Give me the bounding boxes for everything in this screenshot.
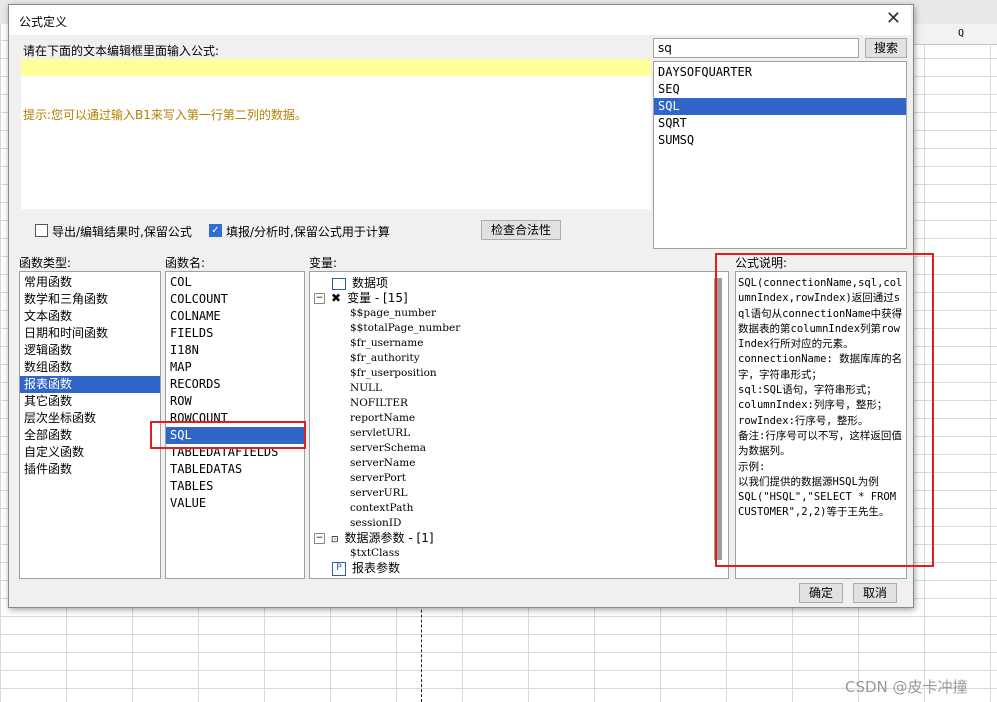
function-name-label: 函数名: — [165, 256, 206, 270]
function-type-item[interactable]: 逻辑函数 — [20, 342, 160, 359]
tree-variable[interactable]: reportName — [350, 411, 415, 426]
function-name-item[interactable]: COLNAME — [166, 308, 304, 325]
function-name-item[interactable]: ROW — [166, 393, 304, 410]
tree-node-data-items[interactable]: 数据项 — [332, 276, 388, 291]
formula-editor[interactable]: 提示:您可以通过输入B1来写入第一行第二列的数据。 — [21, 59, 651, 209]
keep-formula-fill-label: 填报/分析时,保留公式用于计算 — [226, 225, 390, 239]
function-name-item[interactable]: TABLEDATAS — [166, 461, 304, 478]
tree-variable[interactable]: $txtClass — [350, 546, 399, 561]
search-result-item[interactable]: SUMSQ — [654, 132, 906, 149]
tree-node-variables[interactable]: − ✖ 变量 - [15] — [314, 291, 408, 306]
function-type-label: 函数类型: — [19, 256, 72, 270]
tree-label: 数据项 — [352, 276, 389, 290]
tree-variable[interactable]: servletURL — [350, 426, 410, 441]
tree-label: 数据源参数 - [1] — [344, 531, 434, 545]
function-type-item[interactable]: 文本函数 — [20, 308, 160, 325]
function-name-item[interactable]: VALUE — [166, 495, 304, 512]
tree-variable[interactable]: serverName — [350, 456, 415, 471]
table-icon — [332, 277, 346, 290]
check-validity-button[interactable]: 检查合法性 — [481, 220, 561, 240]
tree-variable[interactable]: contextPath — [350, 501, 413, 516]
variable-label: 变量: — [309, 256, 338, 270]
function-name-item[interactable]: I18N — [166, 342, 304, 359]
search-results-list: DAYSOFQUARTER SEQ SQL SQRT SUMSQ — [653, 61, 907, 249]
function-name-item[interactable]: TABLES — [166, 478, 304, 495]
function-type-item[interactable]: 插件函数 — [20, 461, 160, 478]
function-type-item-selected[interactable]: 报表函数 — [20, 376, 160, 393]
function-name-item[interactable]: COLCOUNT — [166, 291, 304, 308]
function-type-item[interactable]: 数学和三角函数 — [20, 291, 160, 308]
function-type-item[interactable]: 数组函数 — [20, 359, 160, 376]
keep-formula-fill-checkbox[interactable]: ✓ — [209, 224, 222, 237]
function-type-item[interactable]: 其它函数 — [20, 393, 160, 410]
tree-label: 变量 - [15] — [347, 291, 408, 305]
function-type-item[interactable]: 自定义函数 — [20, 444, 160, 461]
close-icon[interactable]: ✕ — [886, 9, 901, 29]
function-name-item[interactable]: FIELDS — [166, 325, 304, 342]
tree-variable[interactable]: $fr_authority — [350, 351, 420, 366]
function-name-item[interactable]: RECORDS — [166, 376, 304, 393]
tree-variable[interactable]: $$totalPage_number — [350, 321, 460, 336]
tree-variable[interactable]: serverPort — [350, 471, 406, 486]
variable-tree: 数据项 − ✖ 变量 - [15] $$page_number $$totalPag… — [309, 271, 729, 579]
cancel-button[interactable]: 取消 — [853, 583, 897, 603]
search-input[interactable]: sq — [653, 38, 859, 58]
parameter-icon: ⊡ — [331, 535, 339, 545]
annotation-highlight-box — [715, 253, 934, 567]
annotation-highlight-box — [150, 421, 306, 449]
function-name-item[interactable]: MAP — [166, 359, 304, 376]
formula-input-line[interactable] — [21, 59, 651, 76]
search-result-item[interactable]: SQRT — [654, 115, 906, 132]
watermark: CSDN @皮卡冲撞 — [845, 678, 968, 696]
keep-formula-export-label: 导出/编辑结果时,保留公式 — [52, 225, 192, 239]
function-type-item[interactable]: 层次坐标函数 — [20, 410, 160, 427]
search-button[interactable]: 搜索 — [865, 38, 907, 58]
tree-variable[interactable]: $$page_number — [350, 306, 436, 321]
prompt-label: 请在下面的文本编辑框里面输入公式: — [23, 44, 220, 58]
search-result-item[interactable]: SEQ — [654, 81, 906, 98]
function-type-item[interactable]: 全部函数 — [20, 427, 160, 444]
tree-variable[interactable]: serverSchema — [350, 441, 426, 456]
parameter-p-icon: P — [332, 561, 346, 576]
tree-variable[interactable]: NOFILTER — [350, 396, 408, 411]
collapse-icon[interactable]: − — [314, 293, 325, 304]
dialog-titlebar: 公式定义 ✕ — [9, 5, 911, 35]
tree-variable[interactable]: $fr_username — [350, 336, 423, 351]
search-result-item[interactable]: DAYSOFQUARTER — [654, 64, 906, 81]
column-header-q[interactable] — [910, 24, 997, 45]
variable-icon: ✖ — [331, 291, 342, 305]
keep-formula-export-checkbox[interactable] — [35, 224, 48, 237]
function-name-item[interactable]: COL — [166, 274, 304, 291]
tree-variable[interactable]: $fr_userposition — [350, 366, 437, 381]
function-type-item[interactable]: 常用函数 — [20, 274, 160, 291]
tree-variable[interactable]: serverURL — [350, 486, 408, 501]
column-label-q: Q — [958, 28, 965, 39]
hint-text: 提示:您可以通过输入B1来写入第一行第二列的数据。 — [23, 108, 307, 122]
search-result-item-selected[interactable]: SQL — [654, 98, 906, 115]
collapse-icon[interactable]: − — [314, 533, 325, 544]
function-type-list: 常用函数 数学和三角函数 文本函数 日期和时间函数 逻辑函数 数组函数 报表函数… — [19, 271, 161, 579]
ok-button[interactable]: 确定 — [799, 583, 843, 603]
tree-variable[interactable]: sessionID — [350, 516, 401, 531]
tree-node-datasource-params[interactable]: − ⊡ 数据源参数 - [1] — [314, 531, 434, 546]
tree-node-report-params[interactable]: P 报表参数 — [332, 561, 400, 576]
tree-label: 报表参数 — [352, 561, 401, 575]
dialog-title: 公式定义 — [19, 15, 68, 29]
function-type-item[interactable]: 日期和时间函数 — [20, 325, 160, 342]
tree-variable[interactable]: NULL — [350, 381, 382, 396]
